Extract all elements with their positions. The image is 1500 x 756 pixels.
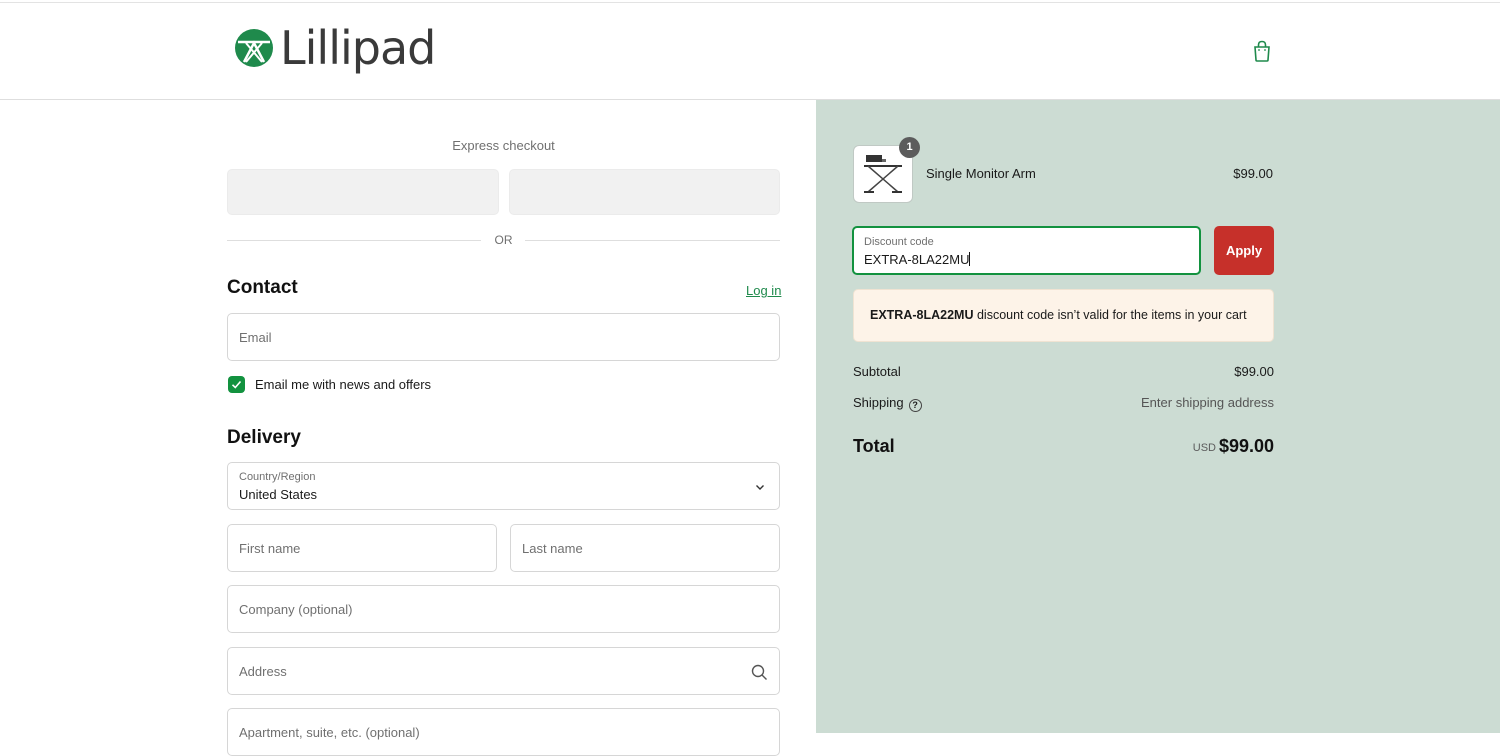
first-name-placeholder: First name bbox=[239, 541, 301, 556]
total-label: Total bbox=[853, 436, 895, 456]
apartment-field[interactable]: Apartment, suite, etc. (optional) bbox=[227, 708, 780, 756]
address-placeholder: Address bbox=[239, 664, 287, 679]
email-placeholder: Email bbox=[239, 330, 272, 345]
checkout-form-panel: Express checkout OR Contact Log in Email… bbox=[0, 100, 816, 756]
last-name-placeholder: Last name bbox=[522, 541, 583, 556]
order-summary-panel bbox=[816, 100, 1500, 733]
text-caret bbox=[969, 252, 971, 266]
site-header: Lillipad bbox=[0, 3, 1500, 100]
discount-error-message: discount code isn’t valid for the items … bbox=[973, 308, 1247, 322]
total-value: $99.00 bbox=[1218, 436, 1274, 456]
cart-button[interactable] bbox=[1252, 40, 1272, 62]
first-name-field[interactable]: First name bbox=[227, 524, 497, 572]
contact-title: Contact bbox=[227, 277, 298, 298]
country-value: United States bbox=[239, 487, 318, 502]
discount-code-label: Discount code bbox=[864, 236, 934, 248]
subtotal-label: Subtotal bbox=[853, 364, 901, 379]
country-select[interactable]: Country/Region United States bbox=[227, 462, 780, 510]
apply-discount-button[interactable]: Apply bbox=[1214, 226, 1274, 275]
chevron-down-icon bbox=[756, 485, 764, 490]
brand-logo[interactable]: Lillipad bbox=[234, 21, 436, 75]
shipping-row: Shipping? bbox=[853, 395, 922, 412]
or-text: OR bbox=[494, 233, 513, 247]
express-checkout-label: Express checkout bbox=[452, 138, 555, 153]
brand-name: Lillipad bbox=[280, 21, 436, 75]
newsletter-label: Email me with news and offers bbox=[255, 377, 432, 392]
shopping-bag-icon bbox=[1254, 40, 1270, 62]
country-label: Country/Region bbox=[239, 471, 316, 483]
company-placeholder: Company (optional) bbox=[239, 602, 353, 617]
checkmark-icon bbox=[231, 380, 242, 389]
discount-error-text: EXTRA-8LA22MU discount code isn’t valid … bbox=[870, 308, 1247, 322]
login-link[interactable]: Log in bbox=[746, 283, 781, 298]
express-pay-button-1[interactable] bbox=[227, 169, 499, 215]
shipping-value: Enter shipping address bbox=[1141, 395, 1274, 410]
lillipad-logo-icon bbox=[235, 29, 273, 67]
product-price: $99.00 bbox=[1233, 166, 1273, 181]
newsletter-checkbox[interactable] bbox=[228, 376, 245, 393]
subtotal-value: $99.00 bbox=[1234, 364, 1274, 379]
quantity-badge: 1 bbox=[899, 137, 920, 158]
address-field[interactable]: Address bbox=[227, 647, 780, 695]
email-field[interactable]: Email bbox=[227, 313, 780, 361]
help-circle-icon[interactable]: ? bbox=[908, 399, 922, 412]
express-pay-button-2[interactable] bbox=[509, 169, 780, 215]
shipping-label: Shipping bbox=[853, 395, 904, 410]
discount-error-notice: EXTRA-8LA22MU discount code isn’t valid … bbox=[853, 289, 1274, 342]
discount-code-input: EXTRA-8LA22MU bbox=[864, 252, 971, 267]
last-name-field[interactable]: Last name bbox=[510, 524, 780, 572]
delivery-title: Delivery bbox=[227, 427, 301, 448]
search-icon bbox=[751, 664, 767, 680]
total-currency: USD bbox=[1192, 442, 1216, 454]
or-divider: OR bbox=[227, 232, 780, 250]
discount-code-value: EXTRA-8LA22MU bbox=[864, 252, 970, 267]
discount-code-field[interactable]: Discount code EXTRA-8LA22MU bbox=[852, 226, 1201, 275]
discount-error-code: EXTRA-8LA22MU bbox=[870, 308, 974, 322]
company-field[interactable]: Company (optional) bbox=[227, 585, 780, 633]
product-name: Single Monitor Arm bbox=[926, 166, 1036, 181]
